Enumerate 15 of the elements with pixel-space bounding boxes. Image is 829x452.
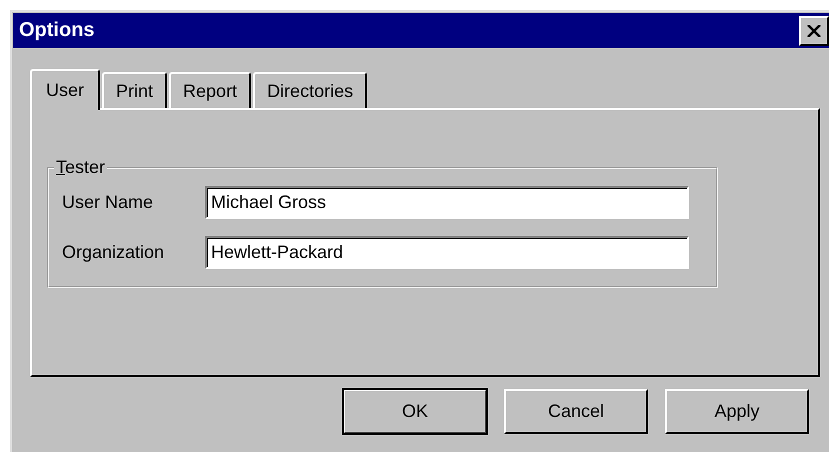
- group-legend: Tester: [54, 157, 108, 178]
- close-icon: [807, 24, 821, 36]
- tab[interactable]: User: [30, 69, 100, 110]
- tab[interactable]: Report: [169, 72, 252, 108]
- field-label: Organization: [62, 242, 166, 263]
- dialog-button[interactable]: Cancel: [504, 389, 648, 434]
- dialog-button[interactable]: OK: [343, 389, 487, 434]
- field-label: User Name: [62, 192, 154, 213]
- close-button[interactable]: [799, 16, 829, 46]
- tab[interactable]: Print: [102, 72, 168, 108]
- input-field[interactable]: Michael Gross: [205, 186, 689, 219]
- input-field[interactable]: Hewlett-Packard: [205, 236, 689, 269]
- window-title: Options: [19, 19, 95, 42]
- dialog-button[interactable]: Apply: [665, 389, 809, 434]
- tab[interactable]: Directories: [253, 72, 368, 108]
